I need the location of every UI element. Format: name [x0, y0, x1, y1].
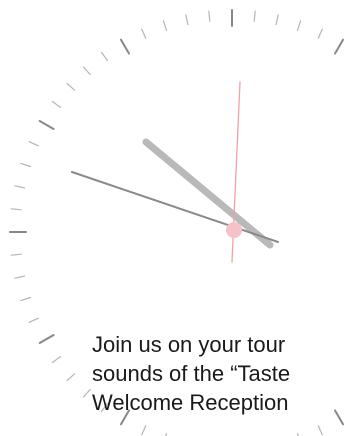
clock-minute-tick — [185, 14, 189, 26]
page: Join us on your tour sounds of the “Tast… — [0, 0, 353, 436]
clock-minute-tick — [141, 425, 147, 436]
clock-minute-tick — [14, 185, 26, 189]
clock-minute-tick — [66, 82, 76, 91]
hour-hand — [142, 138, 274, 249]
clock-minute-tick — [141, 28, 147, 39]
clock-minute-tick — [208, 10, 211, 22]
clock-hour-tick — [334, 38, 344, 55]
clock-minute-tick — [296, 20, 302, 31]
clock-minute-tick — [51, 100, 62, 109]
clock-hour-tick — [120, 38, 130, 55]
clock-hour-tick — [334, 409, 344, 426]
clock-center-dot — [226, 222, 242, 238]
minute-hand — [71, 171, 279, 243]
clock-minute-tick — [66, 373, 76, 382]
clock-minute-tick — [28, 317, 39, 323]
clock-minute-tick — [28, 141, 39, 147]
clock-minute-tick — [20, 162, 31, 168]
clock-minute-tick — [162, 20, 168, 31]
clock-minute-tick — [317, 425, 323, 436]
clock-minute-tick — [10, 208, 22, 211]
clock-minute-tick — [14, 275, 26, 279]
clock-minute-tick — [20, 296, 31, 302]
caption-line-3: Welcome Reception — [92, 390, 289, 415]
clock-minute-tick — [317, 28, 323, 39]
clock-minute-tick — [10, 253, 22, 256]
clock-minute-tick — [253, 10, 256, 22]
caption-line-2: sounds of the “Taste — [92, 361, 291, 386]
caption-text: Join us on your tour sounds of the “Tast… — [92, 330, 290, 417]
caption-line-1: Join us on your tour — [92, 332, 286, 357]
clock-minute-tick — [82, 388, 91, 398]
clock-minute-tick — [100, 51, 109, 62]
clock-minute-tick — [51, 356, 62, 364]
clock-hour-tick — [38, 120, 55, 130]
clock-minute-tick — [275, 14, 279, 26]
clock-hour-tick — [38, 334, 55, 344]
clock-minute-tick — [82, 66, 91, 76]
